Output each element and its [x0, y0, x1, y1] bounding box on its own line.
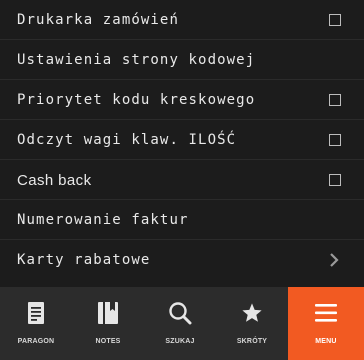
bottom-nav: PARAGON NOTES SZUKAJ SKRÓTY MENU	[0, 287, 364, 360]
hamburger-menu-icon	[314, 301, 338, 325]
setting-row-priorytet-kodu-kreskowego[interactable]: Priorytet kodu kreskowego	[0, 80, 364, 120]
setting-label: Cash back	[17, 171, 92, 189]
checkbox[interactable]	[329, 14, 341, 26]
receipt-icon	[27, 301, 45, 325]
setting-row-odczyt-wagi[interactable]: Odczyt wagi klaw. ILOŚĆ	[0, 120, 364, 160]
tab-notes[interactable]: NOTES	[72, 287, 144, 360]
setting-row-drukarka-zamowien[interactable]: Drukarka zamówień	[0, 0, 364, 40]
tab-paragon[interactable]: PARAGON	[0, 287, 72, 360]
setting-label: Numerowanie faktur	[17, 212, 189, 228]
tab-label: NOTES	[95, 338, 121, 345]
tab-menu[interactable]: MENU	[288, 287, 364, 360]
setting-label: Karty rabatowe	[17, 252, 151, 268]
tab-label: PARAGON	[17, 338, 55, 345]
setting-row-ustawienia-strony-kodowej[interactable]: Ustawienia strony kodowej	[0, 40, 364, 80]
setting-label: Ustawienia strony kodowej	[17, 52, 256, 68]
setting-row-karty-rabatowe[interactable]: Karty rabatowe	[0, 240, 364, 280]
tab-label: MENU	[315, 338, 337, 345]
tab-skroty[interactable]: SKRÓTY	[216, 287, 288, 360]
checkbox[interactable]	[329, 134, 341, 146]
setting-row-numerowanie-faktur[interactable]: Numerowanie faktur	[0, 200, 364, 240]
star-icon	[241, 301, 263, 325]
search-icon	[168, 301, 192, 325]
settings-list: Drukarka zamówień Ustawienia strony kodo…	[0, 0, 364, 287]
notebook-icon	[97, 301, 119, 325]
tab-szukaj[interactable]: SZUKAJ	[144, 287, 216, 360]
setting-label: Priorytet kodu kreskowego	[17, 92, 256, 108]
setting-label: Drukarka zamówień	[17, 12, 179, 28]
chevron-right-icon	[327, 253, 341, 267]
checkbox[interactable]	[329, 94, 341, 106]
tab-label: SKRÓTY	[236, 338, 268, 345]
checkbox[interactable]	[329, 174, 341, 186]
setting-label: Odczyt wagi klaw. ILOŚĆ	[17, 132, 237, 148]
setting-row-cash-back[interactable]: Cash back	[0, 160, 364, 200]
tab-label: SZUKAJ	[165, 338, 195, 345]
